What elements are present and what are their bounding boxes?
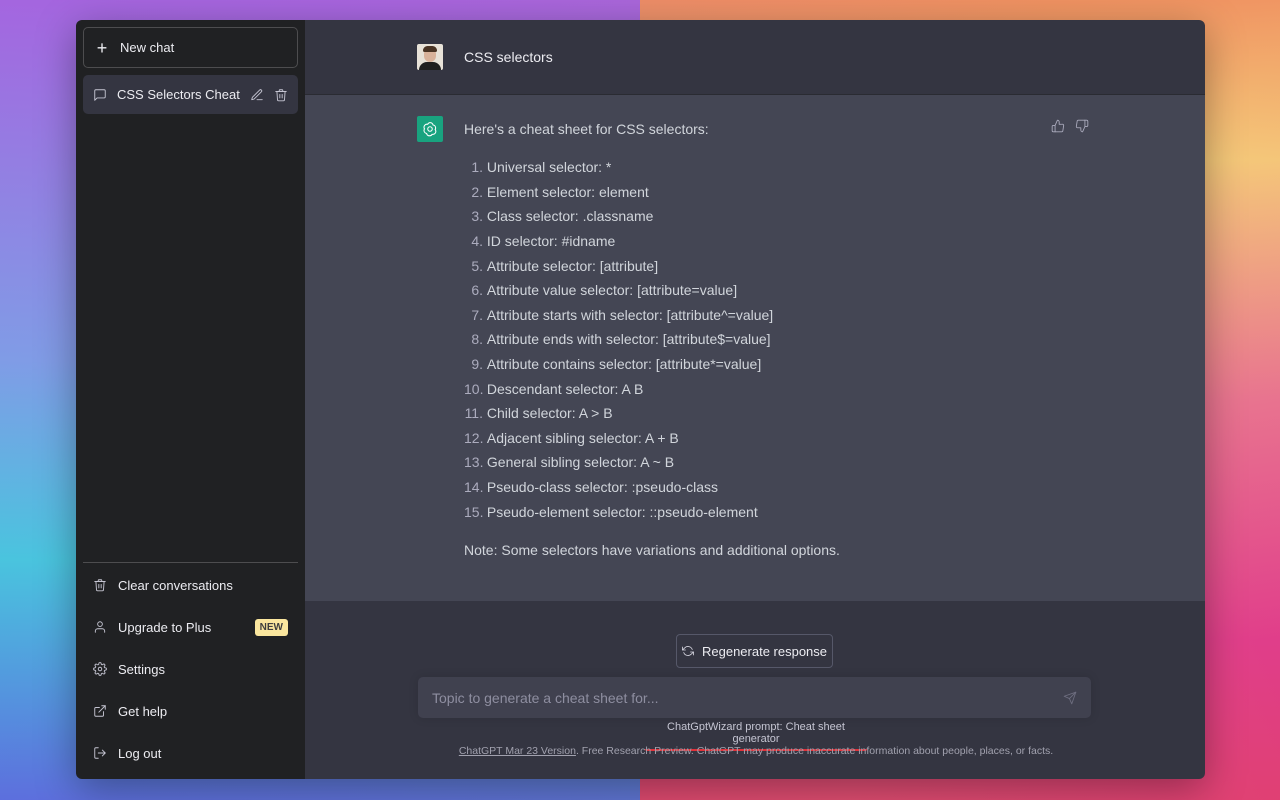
prompt-input-box: [418, 677, 1091, 718]
list-item-number: 15.: [464, 503, 484, 520]
conversation-title: CSS Selectors Cheat Sh: [117, 87, 240, 102]
list-item: 14. Pseudo-class selector: :pseudo-class: [464, 475, 1205, 500]
list-item: 8. Attribute ends with selector: [attrib…: [464, 327, 1205, 352]
list-item-number: 14.: [464, 479, 484, 496]
send-icon[interactable]: [1063, 691, 1077, 705]
user-message: CSS selectors: [464, 49, 553, 65]
user-message-row: CSS selectors: [305, 20, 1205, 95]
list-item-text: Attribute contains selector: [attribute*…: [483, 356, 762, 373]
chat-main: CSS selectors Here's a cheat sheet for C…: [305, 20, 1205, 779]
list-item: 6. Attribute value selector: [attribute=…: [464, 278, 1205, 303]
composer-area: Regenerate response ChatGptWizard prompt…: [305, 601, 1205, 779]
list-item: 9. Attribute contains selector: [attribu…: [464, 352, 1205, 377]
list-item: 7. Attribute starts with selector: [attr…: [464, 303, 1205, 328]
edit-icon[interactable]: [250, 88, 264, 102]
thumbs-down-icon[interactable]: [1075, 119, 1089, 133]
log-out-label: Log out: [118, 745, 162, 761]
answer-note: Note: Some selectors have variations and…: [464, 541, 840, 558]
user-avatar: [417, 44, 443, 70]
refresh-icon: [682, 645, 694, 657]
list-item: 1. Universal selector: *: [464, 155, 1205, 180]
list-item: 12. Adjacent sibling selector: A + B: [464, 426, 1205, 451]
conversation-item[interactable]: CSS Selectors Cheat Sh: [83, 75, 298, 114]
list-item-number: 3.: [471, 208, 483, 225]
list-item: 2. Element selector: element: [464, 180, 1205, 205]
prompt-input[interactable]: [432, 689, 1063, 706]
footer-disclaimer: ChatGPT Mar 23 Version. Free Research Pr…: [305, 745, 1205, 757]
clear-conversations-label: Clear conversations: [118, 577, 233, 593]
sidebar: + New chat CSS Selectors Cheat Sh Clear …: [76, 20, 305, 779]
list-item: 10. Descendant selector: A B: [464, 376, 1205, 401]
list-item-number: 10.: [464, 380, 484, 397]
get-help-link[interactable]: Get help: [83, 690, 298, 732]
list-item: 15. Pseudo-element selector: ::pseudo-el…: [464, 499, 1205, 524]
gear-icon: [93, 662, 107, 676]
list-item-text: Pseudo-class selector: :pseudo-class: [483, 479, 718, 496]
settings-label: Settings: [118, 661, 165, 677]
list-item: 11. Child selector: A > B: [464, 401, 1205, 426]
list-item-text: Class selector: .classname: [483, 208, 654, 225]
list-item-number: 4.: [471, 233, 483, 250]
assistant-message-row: Here's a cheat sheet for CSS selectors: …: [305, 95, 1205, 601]
clear-conversations-link[interactable]: Clear conversations: [83, 564, 298, 606]
sidebar-footer: Clear conversations Upgrade to Plus NEW …: [83, 562, 298, 779]
thumbs-up-icon[interactable]: [1051, 119, 1065, 133]
assistant-answer: Here's a cheat sheet for CSS selectors: …: [464, 116, 1205, 558]
external-link-icon: [93, 704, 107, 718]
version-link[interactable]: ChatGPT Mar 23 Version: [459, 745, 576, 757]
get-help-label: Get help: [118, 703, 168, 719]
list-item-number: 8.: [471, 331, 483, 348]
list-item-text: Element selector: element: [483, 183, 649, 200]
answer-intro: Here's a cheat sheet for CSS selectors:: [464, 121, 709, 137]
regenerate-button[interactable]: Regenerate response: [676, 634, 833, 668]
user-icon: [93, 620, 107, 634]
chat-bubble-icon: [93, 88, 107, 102]
list-item-text: Universal selector: *: [483, 159, 612, 176]
plus-icon: +: [96, 37, 108, 58]
list-item-text: Pseudo-element selector: ::pseudo-elemen…: [483, 503, 758, 520]
list-item-number: 13.: [464, 454, 484, 471]
list-item: 4. ID selector: #idname: [464, 229, 1205, 254]
trash-icon: [93, 578, 107, 592]
log-out-link[interactable]: Log out: [83, 732, 298, 774]
new-chat-button[interactable]: + New chat: [83, 27, 298, 68]
regenerate-label: Regenerate response: [701, 643, 828, 659]
list-item-number: 5.: [471, 257, 483, 274]
list-item-text: Descendant selector: A B: [483, 380, 644, 397]
upgrade-to-plus-link[interactable]: Upgrade to Plus NEW: [83, 606, 298, 648]
new-chat-label: New chat: [120, 40, 175, 55]
list-item-number: 11.: [464, 405, 483, 422]
list-item: 5. Attribute selector: [attribute]: [464, 253, 1205, 278]
list-item-text: Attribute value selector: [attribute=val…: [483, 282, 738, 299]
trash-icon[interactable]: [274, 88, 288, 102]
list-item-number: 1.: [471, 159, 483, 176]
list-item-number: 9.: [471, 356, 483, 373]
list-item-text: Attribute selector: [attribute]: [483, 257, 659, 274]
upgrade-label: Upgrade to Plus: [118, 619, 212, 635]
log-out-icon: [93, 746, 107, 760]
list-item: 13. General sibling selector: A ~ B: [464, 450, 1205, 475]
list-item-text: Attribute ends with selector: [attribute…: [483, 331, 771, 348]
list-item-number: 7.: [471, 306, 483, 323]
app-window: + New chat CSS Selectors Cheat Sh Clear …: [76, 20, 1205, 779]
list-item-text: Attribute starts with selector: [attribu…: [483, 306, 774, 323]
selector-list: 1. Universal selector: * 2. Element selec…: [464, 155, 1205, 524]
list-item-number: 12.: [464, 429, 484, 446]
settings-link[interactable]: Settings: [83, 648, 298, 690]
list-item-number: 6.: [471, 282, 483, 299]
list-item: 3. Class selector: .classname: [464, 204, 1205, 229]
feedback-buttons: [1051, 119, 1089, 133]
list-item-text: Adjacent sibling selector: A + B: [483, 429, 679, 446]
new-badge: NEW: [254, 618, 288, 636]
chatgpt-logo-icon: [417, 116, 443, 142]
list-item-text: General sibling selector: A ~ B: [483, 454, 675, 471]
list-item-text: ID selector: #idname: [483, 233, 616, 250]
list-item-number: 2.: [471, 183, 483, 200]
disclaimer-text: . Free Research Preview. ChatGPT may pro…: [575, 745, 1054, 757]
list-item-text: Child selector: A > B: [483, 405, 613, 422]
